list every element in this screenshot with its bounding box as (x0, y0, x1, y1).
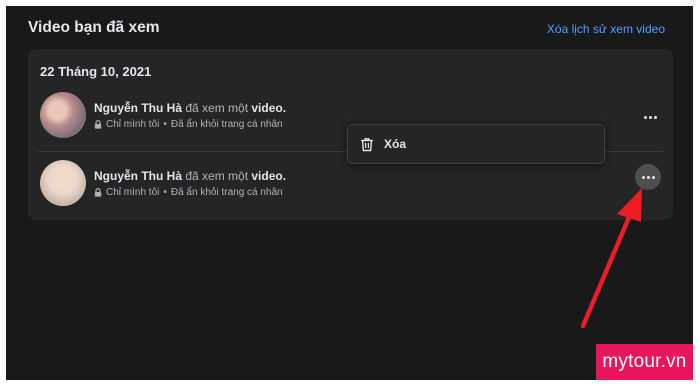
activity-text: Nguyễn Thu Hà đã xem một video. (94, 101, 286, 115)
video-link[interactable]: video. (251, 169, 286, 183)
user-name[interactable]: Nguyễn Thu Hà (94, 169, 182, 183)
delete-label: Xóa (384, 137, 407, 151)
avatar[interactable] (40, 92, 86, 138)
watch-history-panel: Video bạn đã xem Xóa lịch sử xem video 2… (6, 6, 693, 380)
lock-icon (94, 188, 102, 197)
user-name[interactable]: Nguyễn Thu Hà (94, 101, 182, 115)
more-options-button[interactable] (635, 164, 661, 190)
date-heading: 22 Tháng 10, 2021 (40, 64, 152, 79)
privacy-line: Chỉ mình tôi • Đã ẩn khỏi trang cá nhân (94, 187, 283, 198)
more-icon (641, 175, 655, 179)
video-link[interactable]: video. (251, 101, 286, 115)
more-icon (643, 115, 657, 119)
privacy-line: Chỉ mình tôi • Đã ẩn khỏi trang cá nhân (94, 119, 283, 130)
action-text: đã xem một (182, 101, 252, 115)
privacy-label[interactable]: Chỉ mình tôi (106, 187, 159, 198)
delete-menu-item[interactable]: Xóa (347, 124, 605, 164)
visibility-status: Đã ẩn khỏi trang cá nhân (170, 119, 283, 130)
page-title: Video bạn đã xem (28, 19, 160, 36)
watermark-logo: mytour.vn (596, 344, 693, 380)
history-item: Nguyễn Thu Hà đã xem một video. Chỉ mình… (28, 160, 673, 210)
more-options-button[interactable] (637, 104, 663, 130)
separator: • (163, 187, 167, 198)
trash-icon (361, 137, 373, 151)
visibility-status: Đã ẩn khỏi trang cá nhân (170, 187, 283, 198)
privacy-label[interactable]: Chỉ mình tôi (106, 119, 159, 130)
lock-icon (94, 120, 102, 129)
action-text: đã xem một (182, 169, 252, 183)
activity-text: Nguyễn Thu Hà đã xem một video. (94, 169, 286, 183)
avatar[interactable] (40, 160, 86, 206)
clear-history-link[interactable]: Xóa lịch sử xem video (547, 22, 665, 36)
separator: • (163, 119, 167, 130)
